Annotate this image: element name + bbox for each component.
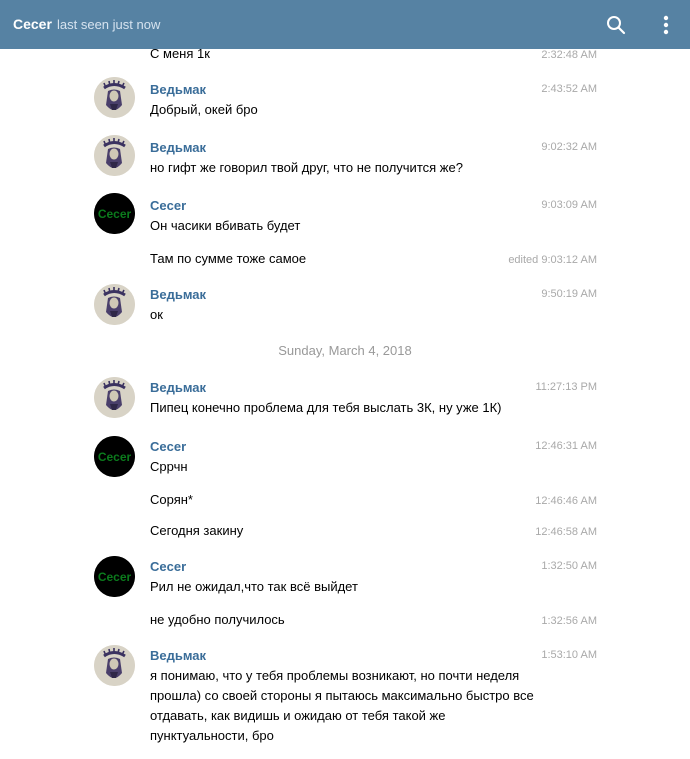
message-history[interactable]: С меня 1к 2:32:48 AM Ведьмак 2:43:52 AM … xyxy=(0,49,690,759)
message-time[interactable]: 12:46:58 AM xyxy=(535,526,597,538)
message-time[interactable]: 2:43:52 AM xyxy=(541,83,597,95)
message-time[interactable]: 12:46:31 AM xyxy=(535,440,597,452)
message-text: Сегодня закину xyxy=(150,523,244,538)
message-text: но гифт же говорил твой друг, что не пол… xyxy=(150,160,463,175)
message-author[interactable]: Ведьмак xyxy=(150,82,206,97)
avatar-initials: Cecer xyxy=(98,570,132,584)
avatar[interactable]: Cecer xyxy=(94,436,135,477)
message-time[interactable]: 9:03:09 AM xyxy=(541,199,597,211)
avatar[interactable]: Cecer xyxy=(94,556,135,597)
message-time[interactable]: 2:32:48 AM xyxy=(541,49,597,61)
message-time[interactable]: 9:50:19 AM xyxy=(541,288,597,300)
avatar[interactable] xyxy=(94,77,135,118)
chat-title[interactable]: Cecer xyxy=(13,16,52,32)
message-author[interactable]: Cecer xyxy=(150,198,186,213)
message-time[interactable]: 1:32:50 AM xyxy=(541,560,597,572)
message-text: Там по сумме тоже самое xyxy=(150,251,307,266)
avatar-initials: Cecer xyxy=(98,207,132,221)
message-text: Сррчн xyxy=(150,459,188,474)
message-text: ок xyxy=(150,307,163,322)
chat-header: Cecer last seen just now xyxy=(0,0,690,49)
message-text: С меня 1к xyxy=(150,49,210,61)
message-text: Он часики вбивать будет xyxy=(150,218,301,233)
avatar[interactable] xyxy=(94,135,135,176)
message-text: Добрый, окей бро xyxy=(150,102,258,117)
message-time[interactable]: 11:27:13 PM xyxy=(535,381,597,393)
warrior-headdress-avatar-icon xyxy=(94,135,135,176)
avatar[interactable] xyxy=(94,284,135,325)
warrior-headdress-avatar-icon xyxy=(94,377,135,418)
warrior-headdress-avatar-icon xyxy=(94,645,135,686)
message-text: Рил не ожидал,что так всё выйдет xyxy=(150,579,358,594)
message-text: не удобно получилось xyxy=(150,612,285,627)
message-author[interactable]: Cecer xyxy=(150,559,186,574)
message-time[interactable]: 1:53:10 AM xyxy=(541,649,597,661)
message-author[interactable]: Ведьмак xyxy=(150,380,206,395)
message-text: я понимаю, что у тебя проблемы возникают… xyxy=(150,668,534,743)
message-author[interactable]: Cecer xyxy=(150,439,186,454)
message-time[interactable]: 1:32:56 AM xyxy=(541,615,597,627)
message-text: Пипец конечно проблема для тебя выслать … xyxy=(150,400,502,415)
avatar[interactable]: Cecer xyxy=(94,193,135,234)
chat-status: last seen just now xyxy=(57,17,161,32)
avatar-initials: Cecer xyxy=(98,450,132,464)
more-vertical-icon[interactable] xyxy=(658,14,674,36)
warrior-headdress-avatar-icon xyxy=(94,284,135,325)
message-author[interactable]: Ведьмак xyxy=(150,648,206,663)
search-icon[interactable] xyxy=(606,15,626,35)
message-author[interactable]: Ведьмак xyxy=(150,287,206,302)
message-text: Сорян* xyxy=(150,492,193,507)
avatar[interactable] xyxy=(94,645,135,686)
avatar[interactable] xyxy=(94,377,135,418)
warrior-headdress-avatar-icon xyxy=(94,77,135,118)
message-time[interactable]: 9:02:32 AM xyxy=(541,141,597,153)
message-author[interactable]: Ведьмак xyxy=(150,140,206,155)
message-time[interactable]: 12:46:46 AM xyxy=(535,495,597,507)
date-separator: Sunday, March 4, 2018 xyxy=(278,343,412,358)
message-time[interactable]: edited 9:03:12 AM xyxy=(508,254,597,266)
